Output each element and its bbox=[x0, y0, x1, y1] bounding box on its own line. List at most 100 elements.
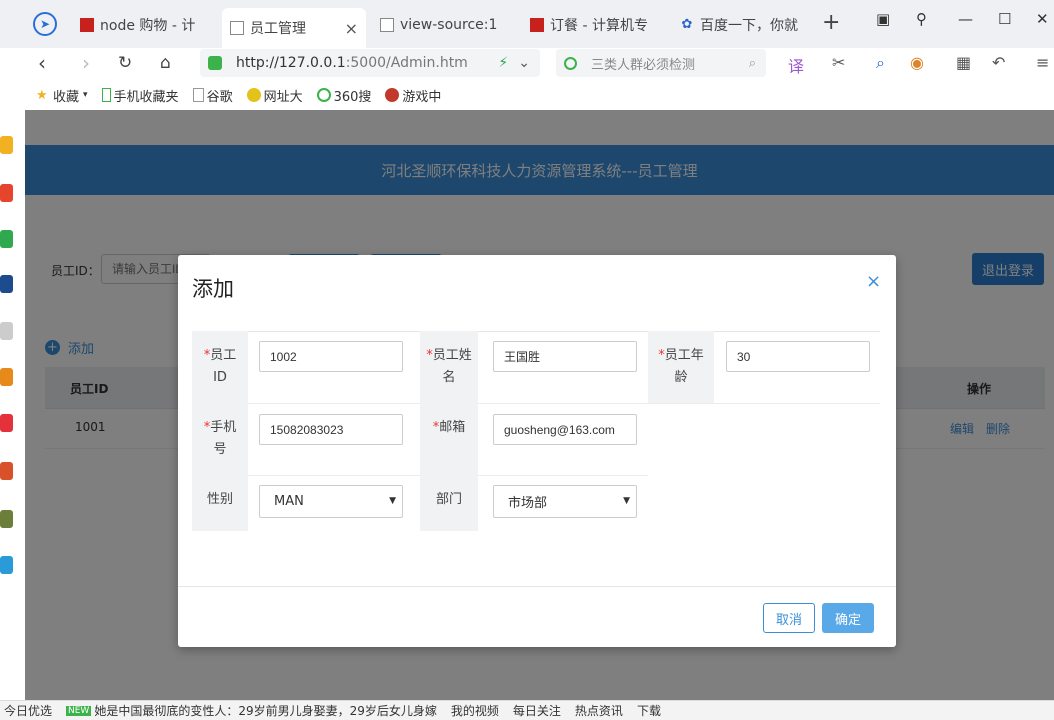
bookmark-label: 网址大 bbox=[263, 89, 303, 105]
employee-name-input[interactable] bbox=[493, 341, 637, 372]
mail-icon[interactable] bbox=[0, 230, 13, 248]
search-engine-icon bbox=[316, 88, 331, 102]
bookmark-360[interactable]: 360搜 bbox=[316, 86, 372, 105]
app-icon[interactable] bbox=[0, 368, 13, 386]
bookmark-label: 收藏 bbox=[53, 89, 80, 105]
label-text: 员工姓 bbox=[432, 348, 472, 363]
department-select[interactable]: 市场部 ▼ bbox=[493, 485, 637, 518]
label-text: 号 bbox=[213, 442, 227, 457]
new-tab-button[interactable]: + bbox=[822, 10, 840, 35]
page-icon bbox=[380, 18, 394, 32]
my-videos-link[interactable]: 我的视频 bbox=[451, 702, 499, 719]
email-label: *邮箱 bbox=[420, 403, 478, 475]
tab-bar: ➤ node 购物 - 计 员工管理 × view-source:1 订餐 - … bbox=[0, 0, 1054, 48]
lightning-icon[interactable]: ⚡ bbox=[498, 55, 508, 71]
translate-icon[interactable]: 译 bbox=[788, 53, 804, 77]
status-bar: 今日优选 NEW 她是中国最彻底的变性人：29岁前男儿身娶妻，29岁后女儿身嫁 … bbox=[0, 700, 1054, 720]
emp-id-label: *员工 ID bbox=[192, 331, 248, 403]
close-window-icon[interactable]: ✕ bbox=[1036, 10, 1049, 28]
phone-icon bbox=[101, 88, 111, 102]
gender-label: 性别 bbox=[192, 475, 248, 531]
bookmark-games[interactable]: 游戏中 bbox=[385, 86, 441, 105]
label-text: 龄 bbox=[674, 370, 688, 385]
search-tool-icon[interactable]: ⌕ bbox=[876, 53, 885, 73]
bookmark-google[interactable]: 谷歌 bbox=[192, 86, 233, 105]
department-value: 市场部 bbox=[508, 496, 548, 511]
employee-age-input[interactable] bbox=[726, 341, 870, 372]
bookmark-label: 手机收藏夹 bbox=[113, 89, 179, 105]
page-icon bbox=[230, 21, 244, 35]
doc-icon[interactable] bbox=[0, 322, 13, 340]
home-icon[interactable]: ⌂ bbox=[160, 52, 171, 74]
site-icon bbox=[246, 88, 261, 102]
phone-input[interactable] bbox=[259, 414, 403, 445]
tab-order-food[interactable]: 订餐 - 计算机专 bbox=[522, 8, 666, 42]
news-ticker-link[interactable]: 她是中国最彻底的变性人：29岁前男儿身娶妻，29岁后女儿身嫁 bbox=[94, 702, 437, 719]
tab-list-icon[interactable]: ▣ bbox=[876, 10, 890, 28]
address-bar[interactable]: http://127.0.0.1:5000/Admin.htm ⚡ ⌄ bbox=[200, 49, 540, 77]
label-text: 邮箱 bbox=[439, 420, 466, 435]
tab-employee-management[interactable]: 员工管理 × bbox=[222, 8, 366, 48]
forward-icon[interactable]: › bbox=[82, 52, 90, 74]
employee-id-input[interactable] bbox=[259, 341, 403, 372]
close-icon[interactable]: × bbox=[866, 271, 881, 292]
bookmark-favorites[interactable]: ★ 收藏 ▾ bbox=[36, 86, 88, 105]
chevron-down-icon[interactable]: ⌄ bbox=[518, 55, 530, 71]
apps-grid-icon[interactable]: ▦ bbox=[956, 53, 971, 72]
close-icon[interactable]: × bbox=[345, 19, 358, 38]
scissors-icon[interactable]: ✂ bbox=[832, 53, 845, 72]
add-employee-dialog: 添加 × *员工ID *员工姓名 *员工年龄 *手机号 bbox=[178, 255, 896, 647]
tab-node-shop[interactable]: node 购物 - 计 bbox=[72, 8, 214, 42]
today-picks-link[interactable]: 今日优选 bbox=[4, 702, 52, 719]
weibo-icon[interactable] bbox=[0, 184, 13, 202]
new-badge: NEW bbox=[66, 705, 92, 716]
game-icon[interactable] bbox=[0, 510, 13, 528]
game-icon bbox=[385, 88, 400, 102]
favicon-icon bbox=[530, 18, 544, 32]
tab-label: view-source:1 bbox=[400, 17, 498, 33]
compass-icon[interactable]: ➤ bbox=[33, 12, 57, 36]
dropdown-arrow-icon: ▼ bbox=[389, 496, 396, 506]
page-icon bbox=[192, 88, 204, 102]
daily-focus-link[interactable]: 每日关注 bbox=[513, 702, 561, 719]
bookmark-mobile[interactable]: 手机收藏夹 bbox=[101, 86, 179, 105]
employee-form: *员工ID *员工姓名 *员工年龄 *手机号 *邮箱 bbox=[192, 331, 880, 531]
star-icon: ★ bbox=[36, 88, 48, 103]
game-tool-icon[interactable]: ◉ bbox=[910, 53, 924, 72]
back-icon[interactable]: ‹ bbox=[38, 52, 46, 74]
search-icon[interactable]: ⌕ bbox=[749, 56, 756, 71]
search-box[interactable]: 三类人群必须检测 ⌕ bbox=[556, 49, 766, 77]
shirt-icon[interactable]: ⚲ bbox=[916, 10, 927, 28]
emp-name-label: *员工姓名 bbox=[420, 331, 478, 403]
tab-baidu[interactable]: ✿ 百度一下，你就 bbox=[672, 8, 808, 42]
maximize-icon[interactable]: ☐ bbox=[998, 10, 1011, 28]
url-host: http://127.0.0.1 bbox=[236, 55, 346, 71]
bookmark-label: 谷歌 bbox=[206, 89, 233, 105]
bookmark-url[interactable]: 网址大 bbox=[246, 86, 303, 105]
game-icon[interactable] bbox=[0, 462, 13, 480]
tab-view-source[interactable]: view-source:1 bbox=[372, 8, 514, 42]
cancel-button[interactable]: 取消 bbox=[763, 603, 815, 633]
app-icon[interactable] bbox=[0, 414, 13, 432]
gender-select[interactable]: MAN ▼ bbox=[259, 485, 403, 518]
menu-icon[interactable]: ≡ bbox=[1036, 53, 1049, 72]
divider bbox=[192, 403, 880, 404]
bookmark-label: 游戏中 bbox=[402, 89, 442, 105]
hot-news-link[interactable]: 热点资讯 bbox=[575, 702, 623, 719]
download-link[interactable]: 下载 bbox=[637, 702, 661, 719]
star-icon[interactable] bbox=[0, 136, 13, 154]
phone-label: *手机号 bbox=[192, 403, 248, 475]
minimize-icon[interactable]: — bbox=[958, 10, 973, 28]
app-icon[interactable] bbox=[0, 275, 13, 293]
url-path: :5000/Admin.htm bbox=[345, 55, 468, 71]
search-engine-icon bbox=[564, 56, 577, 70]
app-icon[interactable] bbox=[0, 556, 13, 574]
bookmarks-bar: ★ 收藏 ▾ 手机收藏夹 谷歌 网址大 360搜 游戏中 bbox=[0, 80, 1054, 110]
reload-icon[interactable]: ↻ bbox=[118, 52, 132, 74]
undo-icon[interactable]: ↶ bbox=[992, 53, 1005, 72]
bookmark-label: 360搜 bbox=[333, 89, 372, 105]
gender-value: MAN bbox=[274, 494, 304, 509]
email-input[interactable] bbox=[493, 414, 637, 445]
confirm-button[interactable]: 确定 bbox=[822, 603, 874, 633]
label-text: 性别 bbox=[206, 492, 233, 507]
